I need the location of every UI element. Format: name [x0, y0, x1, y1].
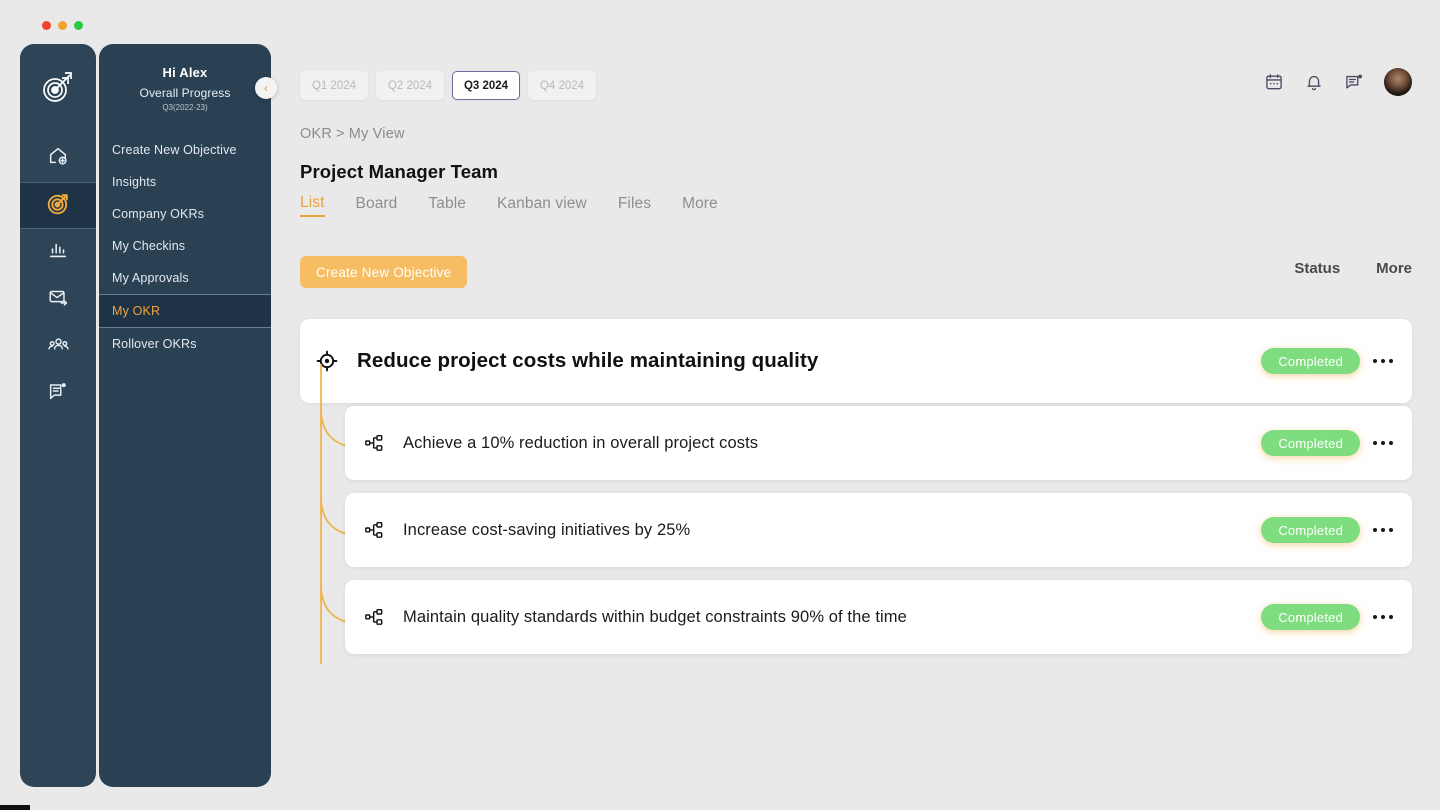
greeting-text: Hi Alex — [162, 65, 208, 80]
sidebar-item-label: My Checkins — [112, 239, 186, 253]
header-actions — [1264, 68, 1412, 96]
status-badge[interactable]: Completed — [1261, 517, 1360, 543]
sidebar-item-analytics[interactable] — [20, 229, 96, 276]
key-results-list: Achieve a 10% reduction in overall proje… — [300, 364, 1412, 664]
sidebar-item-feedback[interactable] — [20, 370, 96, 417]
sidebar-item-team[interactable] — [20, 323, 96, 370]
bar-chart-icon — [47, 239, 69, 266]
hierarchy-icon — [363, 432, 385, 454]
calendar-icon[interactable] — [1264, 72, 1284, 92]
chat-notification-icon[interactable] — [1344, 72, 1364, 92]
column-header-status: Status — [1294, 260, 1341, 277]
sidebar-item-label: My OKR — [112, 304, 161, 318]
sidebar-item-okr[interactable] — [20, 182, 96, 229]
sidebar-item-label: Create New Objective — [112, 143, 237, 157]
status-badge[interactable]: Completed — [1261, 604, 1360, 630]
home-add-icon — [47, 145, 69, 172]
hierarchy-icon — [363, 519, 385, 541]
page-title: Project Manager Team — [300, 161, 499, 182]
people-group-icon — [47, 333, 70, 361]
more-horizontal-icon[interactable] — [1360, 528, 1406, 532]
key-result-title: Increase cost-saving initiatives by 25% — [403, 520, 691, 539]
sidebar-item-my-okr[interactable]: My OKR — [99, 294, 271, 328]
more-horizontal-icon[interactable] — [1360, 441, 1406, 445]
icon-rail — [20, 44, 96, 787]
tab-table[interactable]: Table — [428, 195, 482, 217]
breadcrumb-separator: > — [336, 126, 345, 142]
view-tabs: List Board Table Kanban view Files More — [300, 194, 749, 217]
hierarchy-icon — [363, 606, 385, 628]
tab-q1-2024[interactable]: Q1 2024 — [300, 71, 368, 100]
tab-board[interactable]: Board — [356, 195, 414, 217]
key-result-title: Maintain quality standards within budget… — [403, 607, 907, 626]
key-result-row[interactable]: Maintain quality standards within budget… — [345, 580, 1412, 654]
column-headers: Status More — [1294, 260, 1412, 277]
sidebar-item-messages[interactable] — [20, 276, 96, 323]
chevron-left-icon[interactable]: ‹ — [255, 77, 277, 99]
rail-items — [20, 135, 96, 417]
nav-panel: Hi Alex Overall Progress Q3(2022-23) Cre… — [99, 44, 271, 787]
sidebar-item-company-okrs[interactable]: Company OKRs — [99, 198, 271, 230]
tab-kanban-view[interactable]: Kanban view — [497, 195, 603, 217]
app-window: Hi Alex Overall Progress Q3(2022-23) Cre… — [0, 0, 1440, 810]
key-result-right-cell: Completed — [1261, 604, 1412, 630]
key-result-right-cell: Completed — [1261, 517, 1412, 543]
nav-header: Hi Alex Overall Progress Q3(2022-23) — [99, 44, 271, 112]
maximize-window-button[interactable] — [74, 21, 83, 30]
column-header-more: More — [1376, 260, 1412, 277]
close-window-button[interactable] — [42, 21, 51, 30]
sidebar-item-rollover-okrs[interactable]: Rollover OKRs — [99, 328, 271, 360]
sidebar-item-my-checkins[interactable]: My Checkins — [99, 230, 271, 262]
window-bottom-edge — [0, 805, 30, 810]
overall-progress-label: Overall Progress — [139, 86, 231, 100]
more-horizontal-icon[interactable] — [1360, 615, 1406, 619]
tab-q2-2024[interactable]: Q2 2024 — [376, 71, 444, 100]
key-result-row[interactable]: Increase cost-saving initiatives by 25% … — [345, 493, 1412, 567]
mail-send-icon — [47, 286, 69, 313]
minimize-window-button[interactable] — [58, 21, 67, 30]
key-result-title: Achieve a 10% reduction in overall proje… — [403, 433, 759, 452]
quarter-label: Q3(2022-23) — [162, 103, 208, 112]
window-traffic-lights — [42, 21, 83, 30]
tab-more[interactable]: More — [682, 195, 734, 217]
sidebar-item-label: My Approvals — [112, 271, 189, 285]
breadcrumb-root[interactable]: OKR — [300, 126, 332, 142]
tab-q4-2024[interactable]: Q4 2024 — [528, 71, 596, 100]
okr-board: Reduce project costs while maintaining q… — [300, 319, 1412, 667]
breadcrumb: OKR > My View — [300, 126, 405, 142]
sidebar-item-home[interactable] — [20, 135, 96, 182]
sidebar-item-label: Rollover OKRs — [112, 337, 197, 351]
sidebar-item-label: Company OKRs — [112, 207, 205, 221]
bell-icon[interactable] — [1304, 72, 1324, 92]
objective-title: Reduce project costs while maintaining q… — [357, 349, 819, 372]
avatar[interactable] — [1384, 68, 1412, 96]
more-horizontal-icon[interactable] — [1360, 359, 1406, 363]
create-new-objective-button[interactable]: Create New Objective — [300, 256, 468, 288]
quarter-tabs: Q1 2024 Q2 2024 Q3 2024 Q4 2024 — [300, 71, 596, 100]
status-badge[interactable]: Completed — [1261, 430, 1360, 456]
target-arrow-logo-icon — [34, 63, 82, 111]
nav-menu: Create New Objective Insights Company OK… — [99, 134, 271, 360]
sidebar-item-my-approvals[interactable]: My Approvals — [99, 262, 271, 294]
sidebar-item-insights[interactable]: Insights — [99, 166, 271, 198]
breadcrumb-current[interactable]: My View — [349, 126, 405, 142]
sidebar-item-label: Insights — [112, 175, 157, 189]
main-content: Q1 2024 Q2 2024 Q3 2024 Q4 2024 OKR > My… — [300, 44, 1440, 810]
feedback-note-icon — [47, 380, 69, 407]
status-badge[interactable]: Completed — [1261, 348, 1360, 374]
target-icon — [46, 191, 71, 221]
crosshair-target-icon — [314, 348, 340, 374]
tab-list[interactable]: List — [300, 194, 325, 217]
objective-right-cell: Completed — [1261, 348, 1412, 374]
key-result-right-cell: Completed — [1261, 430, 1412, 456]
key-result-row[interactable]: Achieve a 10% reduction in overall proje… — [345, 406, 1412, 480]
objective-card[interactable]: Reduce project costs while maintaining q… — [300, 319, 1412, 403]
tab-files[interactable]: Files — [618, 195, 667, 217]
sidebar-item-create-new-objective[interactable]: Create New Objective — [99, 134, 271, 166]
tab-q3-2024[interactable]: Q3 2024 — [452, 71, 520, 100]
